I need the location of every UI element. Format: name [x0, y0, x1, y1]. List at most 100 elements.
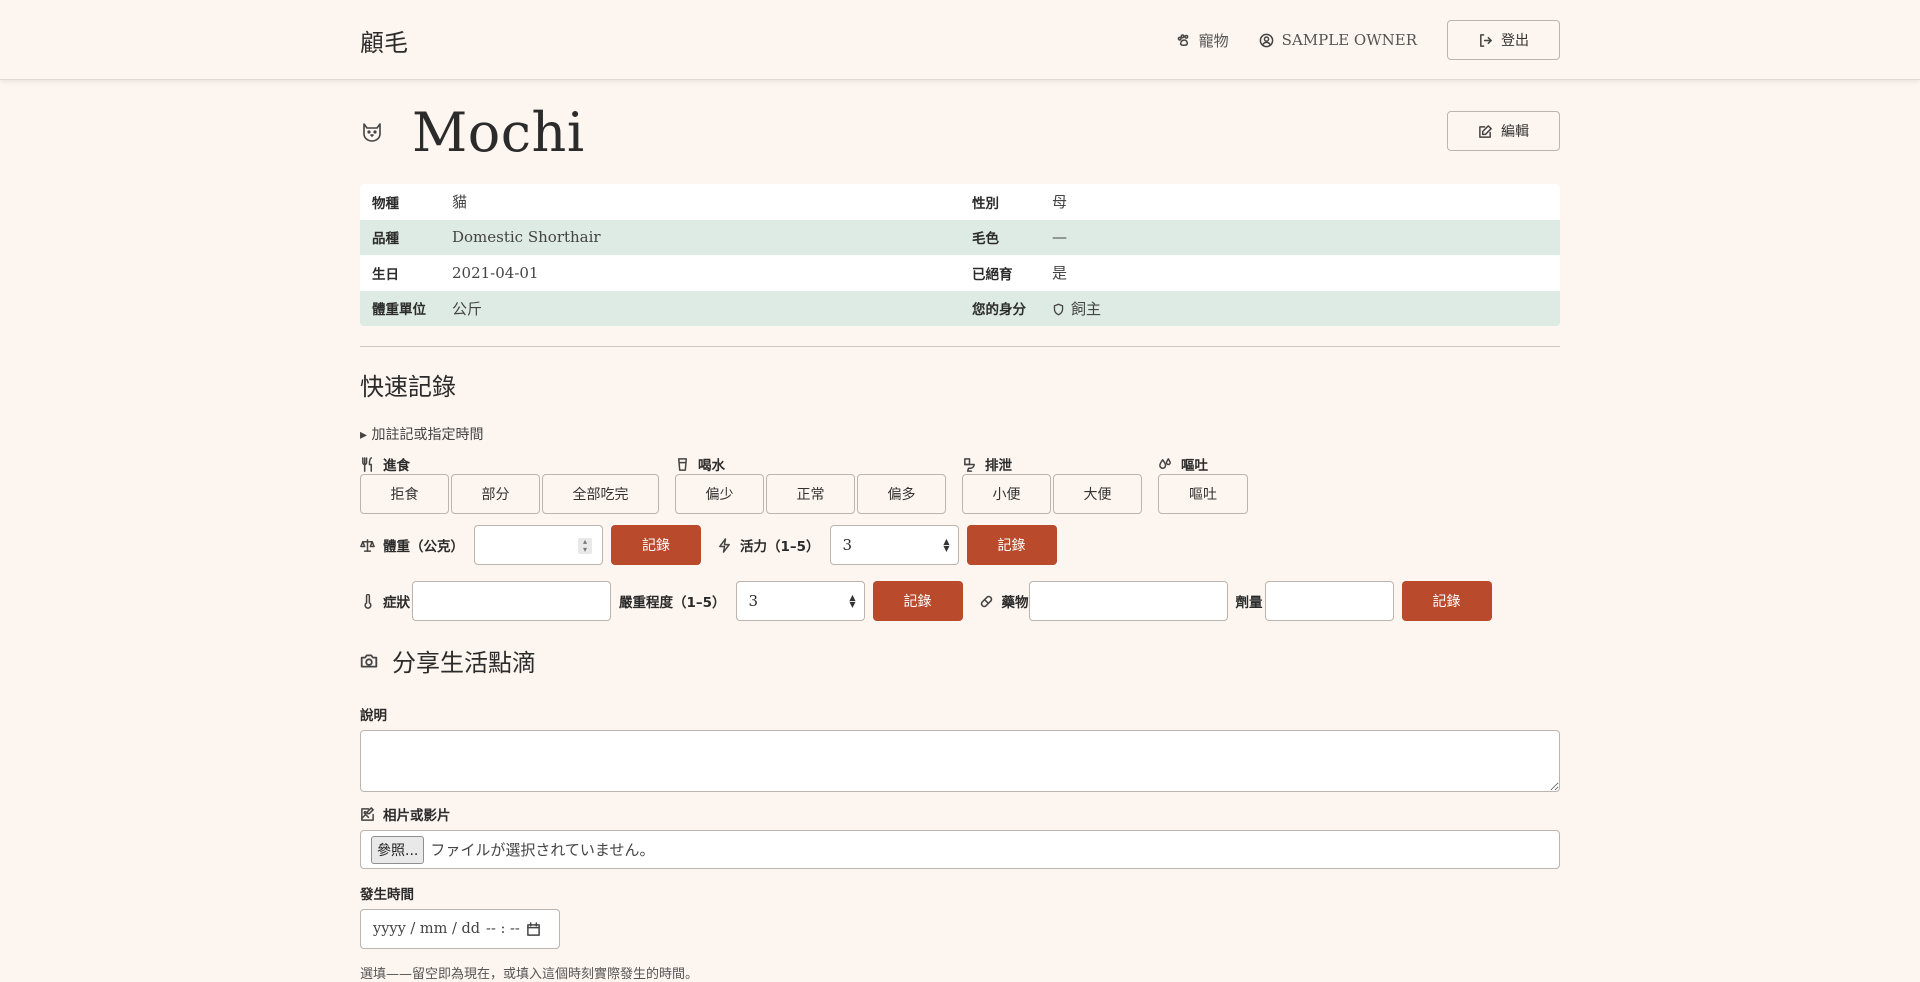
water-label-text: 喝水 — [698, 458, 725, 474]
vomit-group: 嘔吐 嘔吐 — [1158, 454, 1248, 514]
vomit-label-text: 嘔吐 — [1181, 458, 1208, 474]
weight-label: 體重（公克） — [360, 535, 464, 555]
medicine-label-text: 藥物 — [1001, 595, 1029, 611]
water-low-button[interactable]: 偏少 — [675, 474, 764, 514]
number-spinner[interactable]: ▴ ▾ — [578, 538, 592, 554]
info-value: 飼主 — [1040, 290, 1560, 326]
logout-button[interactable]: 登出 — [1447, 20, 1560, 60]
date-placeholder: yyyy / mm / dd — [373, 921, 481, 937]
water-label: 喝水 — [675, 454, 946, 474]
lightning-icon — [717, 537, 732, 553]
edit-label: 編輯 — [1501, 124, 1529, 140]
file-input[interactable]: 參照... ファイルが選択されていません。 — [360, 830, 1560, 869]
vomit-label: 嘔吐 — [1158, 454, 1248, 474]
food-group: 進食 拒食 部分 全部吃完 — [360, 454, 659, 514]
symptom-medicine-row: 症狀 嚴重程度（1–5） 3 ▲ ▼ 記錄 藥物 劑量 記錄 — [360, 581, 1560, 621]
food-label: 進食 — [360, 454, 659, 474]
food-all-button[interactable]: 全部吃完 — [542, 474, 659, 514]
nav-user-label: SAMPLE OWNER — [1281, 31, 1417, 49]
info-value: 2021-04-01 — [440, 255, 960, 291]
severity-label: 嚴重程度（1–5） — [619, 591, 726, 611]
info-label: 毛色 — [960, 219, 1040, 255]
paw-icon — [1176, 33, 1191, 48]
medicine-record-button[interactable]: 記錄 — [1401, 581, 1492, 621]
toilet-label: 排泄 — [962, 454, 1142, 474]
energy-label: 活力（1–5） — [717, 535, 820, 555]
water-high-button[interactable]: 偏多 — [857, 474, 946, 514]
pill-icon — [979, 594, 994, 609]
quick-log-title: 快速記錄 — [360, 373, 456, 401]
symptom-label-text: 症狀 — [383, 595, 410, 611]
share-title: 分享生活點滴 — [360, 643, 1560, 678]
severity-value: 3 — [748, 592, 759, 610]
medicine-label: 藥物 — [979, 591, 1029, 611]
dose-label-text: 劑量 — [1235, 595, 1263, 611]
table-row: 體重單位 公斤 您的身分 飼主 — [360, 290, 1560, 326]
food-partial-button[interactable]: 部分 — [451, 474, 540, 514]
severity-select[interactable]: 3 ▲ ▼ — [735, 581, 865, 621]
table-row: 物種 貓 性別 母 — [360, 184, 1560, 220]
info-value: 公斤 — [440, 290, 960, 326]
camera-icon — [360, 652, 378, 670]
description-label: 說明 — [360, 708, 387, 724]
chevron-updown-icon: ▲ ▼ — [849, 593, 856, 609]
quick-groups: 進食 拒食 部分 全部吃完 喝水 偏少 正常 偏多 排泄 小便 大便 嘔吐 嘔吐 — [360, 454, 1560, 514]
nav-user-link[interactable]: SAMPLE OWNER — [1259, 31, 1417, 49]
vomit-button[interactable]: 嘔吐 — [1158, 474, 1248, 514]
table-row: 品種 Domestic Shorthair 毛色 — — [360, 219, 1560, 255]
toilet-label-text: 排泄 — [985, 458, 1012, 474]
nav-pets-link[interactable]: 寵物 — [1176, 30, 1229, 51]
media-label-text: 相片或影片 — [383, 808, 451, 824]
symptom-label: 症狀 — [360, 591, 410, 611]
water-group: 喝水 偏少 正常 偏多 — [675, 454, 946, 514]
nav-menu: 寵物 SAMPLE OWNER 登出 — [1176, 20, 1560, 60]
table-row: 生日 2021-04-01 已絕育 是 — [360, 255, 1560, 291]
toilet-group: 排泄 小便 大便 — [962, 454, 1142, 514]
time-label: 發生時間 — [360, 887, 414, 903]
pet-name-title: Mochi — [412, 100, 585, 164]
scale-icon — [360, 538, 375, 553]
info-value: 貓 — [440, 184, 960, 220]
symptom-input[interactable] — [412, 581, 611, 621]
info-value: 是 — [1040, 255, 1560, 291]
top-navbar: 顧毛 寵物 SAMPLE OWNER 登出 — [0, 0, 1920, 80]
details-toggle[interactable]: ▸ 加註記或指定時間 — [360, 424, 1560, 444]
weight-label-text: 體重（公克） — [383, 539, 464, 555]
info-value: — — [1040, 219, 1560, 255]
info-value: 母 — [1040, 184, 1560, 220]
food-label-text: 進食 — [383, 458, 410, 474]
image-edit-icon — [360, 806, 375, 822]
symptom-record-button[interactable]: 記錄 — [872, 581, 963, 621]
urine-button[interactable]: 小便 — [962, 474, 1051, 514]
edit-icon — [1478, 124, 1493, 139]
brand-logo[interactable]: 顧毛 — [360, 23, 408, 58]
energy-select[interactable]: 3 ▲ ▼ — [829, 525, 959, 565]
description-textarea[interactable] — [360, 730, 1560, 792]
utensils-icon — [360, 456, 375, 472]
info-label: 生日 — [360, 255, 440, 291]
droplets-icon — [1158, 457, 1173, 472]
no-file-text: ファイルが選択されていません。 — [430, 841, 655, 859]
info-label: 品種 — [360, 219, 440, 255]
water-normal-button[interactable]: 正常 — [766, 474, 855, 514]
energy-record-button[interactable]: 記錄 — [966, 525, 1057, 565]
energy-label-text: 活力（1–5） — [740, 539, 820, 555]
info-label: 您的身分 — [960, 290, 1040, 326]
weight-record-button[interactable]: 記錄 — [611, 525, 701, 565]
edit-button[interactable]: 編輯 — [1447, 111, 1560, 151]
glass-icon — [675, 457, 690, 472]
weight-energy-row: 體重（公克） ▴ ▾ 記錄 活力（1–5） 3 ▲ ▼ 記錄 — [360, 525, 1560, 565]
weight-input[interactable]: ▴ ▾ — [474, 525, 603, 565]
severity-label-text: 嚴重程度（1–5） — [619, 595, 726, 611]
datetime-input[interactable]: yyyy / mm / dd -- : -- — [360, 909, 560, 949]
browse-button[interactable]: 參照... — [371, 835, 425, 864]
medicine-input[interactable] — [1028, 581, 1228, 621]
cat-icon — [360, 120, 384, 144]
calendar-icon[interactable] — [526, 921, 541, 937]
toilet-icon — [962, 457, 977, 472]
stool-button[interactable]: 大便 — [1053, 474, 1142, 514]
time-placeholder: -- : -- — [486, 921, 520, 937]
dose-input[interactable] — [1264, 581, 1394, 621]
food-refuse-button[interactable]: 拒食 — [360, 474, 449, 514]
pet-info-table: 物種 貓 性別 母 品種 Domestic Shorthair 毛色 — 生日 … — [360, 184, 1560, 326]
